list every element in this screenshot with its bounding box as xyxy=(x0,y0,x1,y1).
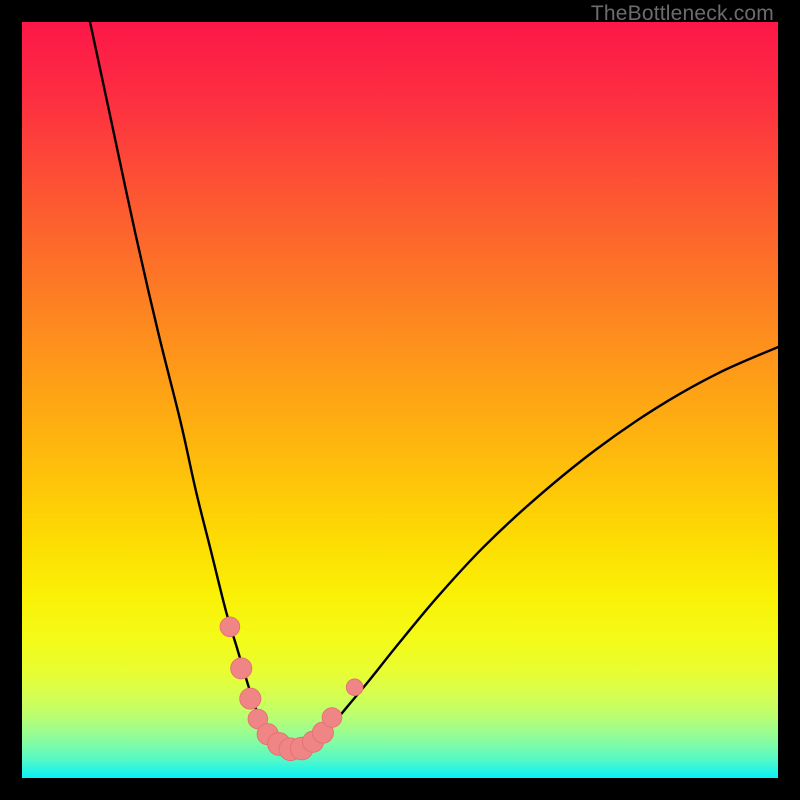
watermark-text: TheBottleneck.com xyxy=(591,2,774,26)
valley-marker xyxy=(240,688,261,709)
valley-marker xyxy=(322,708,342,728)
curve-group xyxy=(90,22,778,753)
curve-left_curve xyxy=(90,22,290,753)
valley-marker xyxy=(231,658,252,679)
outer-frame: TheBottleneck.com xyxy=(0,0,800,800)
valley-marker xyxy=(220,617,240,637)
marker-group xyxy=(220,617,363,761)
chart-svg xyxy=(22,22,778,778)
plot-area xyxy=(22,22,778,778)
curve-right_curve xyxy=(290,347,778,753)
valley-marker xyxy=(346,679,363,696)
